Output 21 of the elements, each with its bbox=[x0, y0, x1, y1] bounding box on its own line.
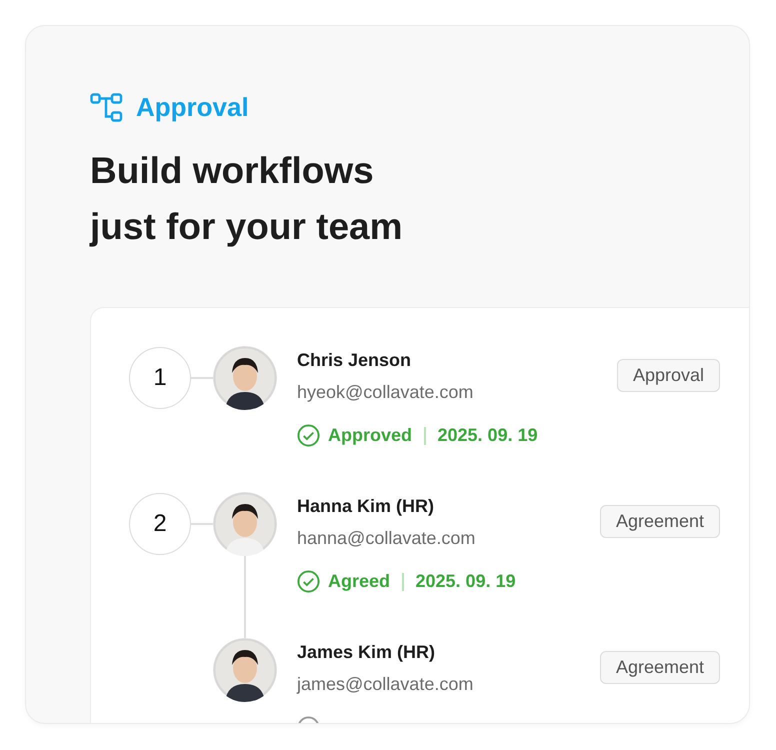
headline: Build workflows bbox=[90, 149, 374, 193]
section-label: Approval bbox=[136, 92, 249, 123]
role-tag: Agreement bbox=[600, 505, 720, 538]
headline: just for your team bbox=[90, 205, 402, 249]
step-number: 1 bbox=[129, 347, 191, 409]
status-label: Approved bbox=[328, 425, 412, 446]
approver-email: hyeok@collavate.com bbox=[297, 381, 474, 404]
approver-name: Hanna Kim (HR) bbox=[297, 495, 436, 518]
status-label: Agreed bbox=[328, 571, 390, 592]
approver-name: James Kim (HR) bbox=[297, 641, 436, 664]
role-tag: Approval bbox=[616, 359, 720, 392]
role-tag: Agreement bbox=[600, 651, 720, 684]
check-circle-icon bbox=[297, 424, 320, 447]
approver-email: james@collavate.com bbox=[297, 673, 474, 696]
approver-name: Chris Jenson bbox=[297, 349, 412, 372]
status-date: 2025. 09. 19 bbox=[438, 425, 538, 446]
check-circle-icon bbox=[297, 570, 320, 593]
step-number: 2 bbox=[129, 493, 191, 555]
workflow-icon bbox=[90, 92, 124, 122]
status-date: 2025. 09. 19 bbox=[416, 571, 516, 592]
approver-email: hanna@collavate.com bbox=[297, 527, 476, 550]
